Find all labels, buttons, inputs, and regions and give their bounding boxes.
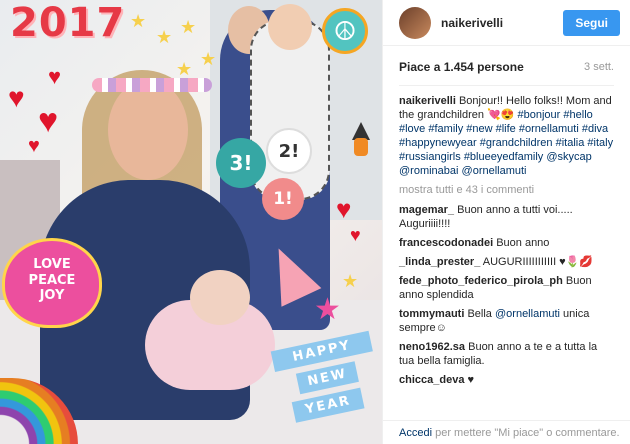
show-all-comments-link[interactable]: mostra tutti e 43 i commenti	[399, 183, 614, 197]
hashtag-link[interactable]: #russiangirls	[399, 151, 461, 163]
comment: fede_photo_federico_pirola_ph Buon anno …	[399, 274, 614, 302]
photo-baby-head	[190, 270, 250, 325]
hashtag-link[interactable]: #new	[466, 123, 492, 135]
comment-text: Buon anno	[496, 237, 550, 249]
mention-link[interactable]: @skycap	[546, 151, 591, 163]
love-peace-joy-sticker: LOVE PEACE JOY	[2, 238, 102, 328]
heart-icon: ♥	[336, 194, 352, 224]
star-icon: ★	[156, 27, 173, 47]
hashtag-link[interactable]: #life	[496, 123, 516, 135]
heart-icon: ♥	[350, 225, 361, 245]
flower-crown-sticker	[92, 78, 212, 92]
sticker-word: LOVE	[33, 257, 71, 272]
post-header: naikerivelli Segui	[383, 0, 630, 46]
comment-text: ♥	[467, 374, 475, 386]
comment: tommymauti Bella @ornellamuti unica semp…	[399, 307, 614, 335]
caption-username[interactable]: naikerivelli	[399, 95, 456, 107]
comment-username[interactable]: neno1962.sa	[399, 341, 465, 353]
likes-row: Piace a 1.454 persone 3 sett.	[399, 46, 614, 86]
comment-username[interactable]: magemar_	[399, 204, 454, 216]
star-icon: ★	[176, 59, 193, 79]
comment-username[interactable]: tommymauti	[399, 308, 464, 320]
star-icon: ★	[342, 271, 359, 291]
hashtag-link[interactable]: #family	[428, 123, 463, 135]
caption: naikerivelli Bonjour!! Hello folks!! Mom…	[399, 94, 614, 178]
hashtag-link[interactable]: #italia	[556, 137, 585, 149]
star-icon: ★	[130, 11, 147, 31]
heart-icon: ♥	[38, 102, 59, 140]
witch-sticker	[346, 122, 376, 158]
hashtag-link[interactable]: #grandchildren	[480, 137, 553, 149]
login-prompt: Accedi per mettere "Mi piace" o commenta…	[383, 420, 630, 444]
avatar[interactable]	[399, 6, 431, 39]
comment-username[interactable]: francescodonadei	[399, 237, 493, 249]
hashtag-link[interactable]: #italy	[587, 137, 613, 149]
hashtag-link[interactable]: #happynewyear	[399, 137, 477, 149]
comment: magemar_ Buon anno a tutti voi..... Augu…	[399, 203, 614, 231]
peace-icon: ☮	[322, 8, 368, 54]
mention-link[interactable]: @rominabai	[399, 165, 458, 177]
heart-icon: ♥	[28, 135, 40, 157]
hashtag-link[interactable]: #bonjour	[518, 109, 561, 121]
balloon-sticker: 2!	[266, 128, 312, 174]
login-link[interactable]: Accedi	[399, 427, 432, 439]
star-icon: ★	[200, 49, 217, 69]
comment: chicca_deva ♥	[399, 373, 614, 387]
sticker-word: JOY	[39, 288, 65, 304]
hashtag-link[interactable]: #ornellamuti	[519, 123, 579, 135]
post-photo[interactable]: 2017 ♥ ♥ ♥ ♥ ♥ ♥ ★ ★ ★ ★ ★ ★ ☮ 3! 2! 1! …	[0, 0, 382, 444]
hashtag-link[interactable]: #diva	[582, 123, 608, 135]
comment-text: Bella	[467, 308, 492, 320]
photo-toddler-head	[268, 4, 312, 50]
year-sticker: 2017	[10, 0, 126, 46]
username-link[interactable]: naikerivelli	[441, 16, 563, 30]
star-icon: ★	[180, 17, 197, 37]
star-icon: ★	[314, 293, 341, 326]
comment: neno1962.sa Buon anno a te e a tutta la …	[399, 340, 614, 368]
balloon-sticker: 1!	[262, 178, 304, 220]
mention-link[interactable]: @ornellamuti	[495, 308, 560, 320]
comment-username[interactable]: fede_photo_federico_pirola_ph	[399, 275, 563, 287]
comment-username[interactable]: chicca_deva	[399, 374, 464, 386]
sticker-word: PEACE	[28, 272, 76, 288]
happy-new-year-sticker: HAPPY NEW YEAR	[270, 330, 382, 444]
heart-icon: ♥	[48, 64, 62, 89]
post-sidebar: naikerivelli Segui Piace a 1.454 persone…	[382, 0, 630, 444]
balloon-sticker: 3!	[216, 138, 266, 188]
post-time[interactable]: 3 sett.	[584, 61, 614, 73]
photo-woman-head	[108, 80, 188, 180]
mention-link[interactable]: @ornellamuti	[462, 165, 527, 177]
follow-button[interactable]: Segui	[563, 9, 620, 36]
comment: _linda_prester_ AUGURIIIIIIIIIII ♥🌷💋	[399, 255, 614, 269]
hashtag-link[interactable]: #blueeyedfamily	[464, 151, 544, 163]
comment-text: AUGURIIIIIIIIIII ♥🌷💋	[482, 256, 594, 268]
comment: francescodonadei Buon anno	[399, 236, 614, 250]
comment-username[interactable]: _linda_prester_	[399, 256, 480, 268]
hashtag-link[interactable]: #hello	[563, 109, 592, 121]
hashtag-link[interactable]: #love	[399, 123, 425, 135]
heart-icon: ♥	[8, 82, 25, 113]
login-prompt-text: per mettere "Mi piace" o commentare.	[435, 427, 620, 439]
likes-count[interactable]: Piace a 1.454 persone	[399, 60, 524, 74]
comments-section: naikerivelli Bonjour!! Hello folks!! Mom…	[383, 86, 630, 387]
